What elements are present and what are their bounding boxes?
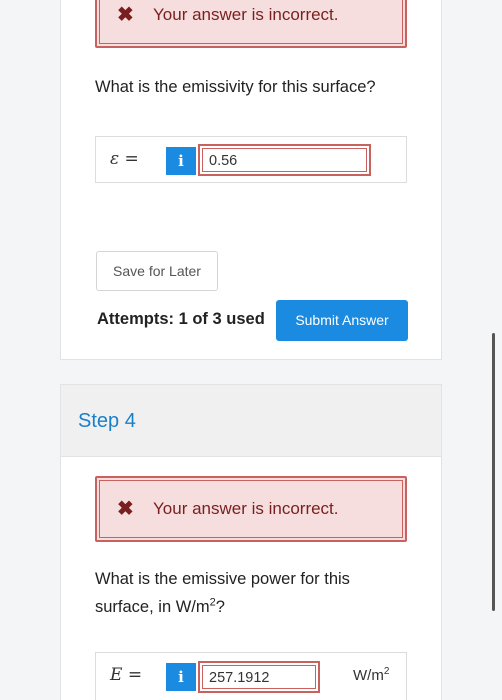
variable-symbol: ε = bbox=[110, 149, 139, 169]
answer-row: ε = i 0.56 bbox=[95, 136, 407, 183]
question-line-1: What is the emissive power for this bbox=[95, 570, 350, 588]
answer-input[interactable]: 257.1912 bbox=[198, 661, 320, 693]
attempts-counter: Attempts: 1 of 3 used bbox=[97, 310, 265, 328]
incorrect-alert: ✖ Your answer is incorrect. bbox=[95, 0, 407, 48]
submit-answer-button[interactable]: Submit Answer bbox=[276, 300, 408, 341]
incorrect-alert: ✖ Your answer is incorrect. bbox=[95, 476, 407, 542]
step-header: Step 4 bbox=[61, 385, 441, 457]
save-for-later-button[interactable]: Save for Later bbox=[96, 251, 218, 291]
answer-row: E = i 257.1912 W/m2 bbox=[95, 652, 407, 700]
question-text: What is the emissivity for this surface? bbox=[95, 78, 376, 96]
info-icon[interactable]: i bbox=[166, 663, 196, 691]
variable-symbol: E = bbox=[110, 665, 143, 685]
x-mark-icon: ✖ bbox=[117, 4, 134, 26]
unit-label: W/m2 bbox=[353, 666, 390, 684]
info-icon[interactable]: i bbox=[166, 147, 196, 175]
scrollbar[interactable] bbox=[492, 333, 495, 611]
question-text: What is the emissive power for this surf… bbox=[95, 568, 395, 619]
answer-input[interactable]: 0.56 bbox=[198, 144, 371, 176]
alert-message: Your answer is incorrect. bbox=[153, 499, 339, 518]
alert-message: Your answer is incorrect. bbox=[153, 5, 339, 24]
question-line-2: surface, in W/m2? bbox=[95, 596, 225, 616]
step-title: Step 4 bbox=[78, 410, 136, 432]
x-mark-icon: ✖ bbox=[117, 498, 134, 520]
